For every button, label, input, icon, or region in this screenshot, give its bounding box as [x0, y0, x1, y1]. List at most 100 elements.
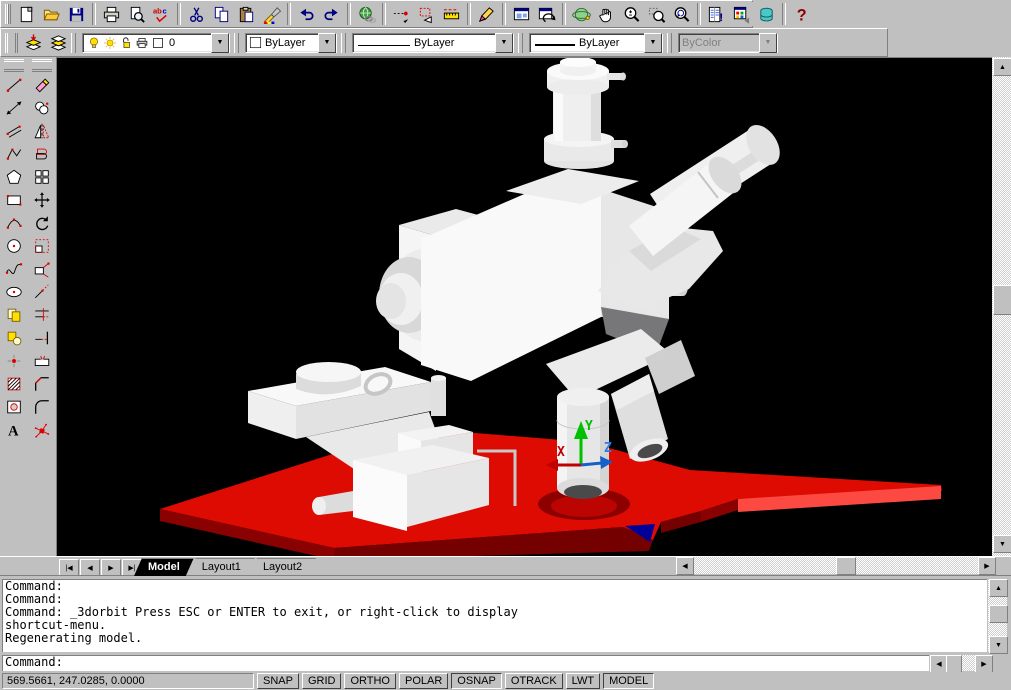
- zoom-window-button[interactable]: [644, 2, 669, 26]
- multiline-button[interactable]: [2, 119, 27, 142]
- snap-toggle[interactable]: SNAP: [257, 673, 299, 689]
- toolbar-grip[interactable]: [4, 59, 24, 72]
- toolbar-grip[interactable]: [5, 4, 11, 24]
- stretch-button[interactable]: [30, 257, 55, 280]
- command-input[interactable]: Command:: [2, 655, 929, 671]
- print-preview-button[interactable]: [124, 2, 149, 26]
- lineweight-combo-dropdown-button[interactable]: ▼: [644, 33, 662, 53]
- copy-object-button[interactable]: [30, 96, 55, 119]
- tab-layout1[interactable]: Layout1: [188, 558, 255, 576]
- hyperlink-button[interactable]: [354, 2, 379, 26]
- tab-layout2[interactable]: Layout2: [249, 558, 316, 576]
- ellipse-button[interactable]: [2, 280, 27, 303]
- polar-toggle[interactable]: POLAR: [399, 673, 448, 689]
- toolbar-grip[interactable]: [32, 59, 52, 72]
- circle-button[interactable]: [2, 234, 27, 257]
- explode-button[interactable]: [30, 418, 55, 441]
- arc-button[interactable]: [2, 211, 27, 234]
- viewport-horizontal-scrollbar[interactable]: ◀ ▶: [676, 557, 994, 574]
- insert-block-button[interactable]: [2, 303, 27, 326]
- rectangle-button[interactable]: [2, 188, 27, 211]
- tracking-button[interactable]: [389, 2, 414, 26]
- point-button[interactable]: [2, 349, 27, 372]
- polyline-button[interactable]: [2, 142, 27, 165]
- viewport-vertical-scrollbar[interactable]: ▲ ▼: [992, 57, 1011, 556]
- help-button[interactable]: ?: [789, 2, 814, 26]
- color-combo[interactable]: ByLayer ▼: [245, 33, 337, 53]
- zoom-realtime-button[interactable]: [619, 2, 644, 26]
- snap-from-button[interactable]: [414, 2, 439, 26]
- lengthen-button[interactable]: [30, 280, 55, 303]
- multiline-text-button[interactable]: A: [2, 418, 27, 441]
- scroll-up-button[interactable]: ▲: [993, 58, 1011, 76]
- command-input-scrollbar[interactable]: ◀ ▶: [930, 655, 991, 671]
- otrack-toggle[interactable]: OTRACK: [505, 673, 563, 689]
- ortho-toggle[interactable]: ORTHO: [344, 673, 396, 689]
- color-combo-dropdown-button[interactable]: ▼: [318, 33, 336, 53]
- array-button[interactable]: [30, 165, 55, 188]
- horizontal-scroll-thumb[interactable]: [836, 557, 856, 575]
- named-views-button[interactable]: [534, 2, 559, 26]
- redraw-button[interactable]: [474, 2, 499, 26]
- scroll-up-button[interactable]: ▲: [989, 579, 1008, 597]
- scroll-down-button[interactable]: ▼: [993, 535, 1011, 553]
- make-block-button[interactable]: [2, 326, 27, 349]
- open-button[interactable]: [39, 2, 64, 26]
- make-layer-current-button[interactable]: [21, 31, 46, 55]
- command-history-scrollbar[interactable]: ▲ ▼: [988, 579, 1007, 652]
- save-button[interactable]: [64, 2, 89, 26]
- match-properties-button[interactable]: [259, 2, 284, 26]
- break-button[interactable]: [30, 349, 55, 372]
- hatch-button[interactable]: [2, 372, 27, 395]
- drawing-viewport[interactable]: Y X Z: [56, 57, 993, 557]
- spelling-button[interactable]: abc: [149, 2, 174, 26]
- erase-button[interactable]: [30, 73, 55, 96]
- linetype-combo[interactable]: ByLayer ▼: [352, 33, 514, 53]
- move-button[interactable]: [30, 188, 55, 211]
- pan-button[interactable]: [594, 2, 619, 26]
- dbconnect-button[interactable]: [754, 2, 779, 26]
- distance-button[interactable]: [439, 2, 464, 26]
- redo-button[interactable]: [319, 2, 344, 26]
- lwt-toggle[interactable]: LWT: [566, 673, 600, 689]
- vertical-scroll-thumb[interactable]: [993, 285, 1011, 315]
- lineweight-combo[interactable]: ByLayer ▼: [529, 33, 663, 53]
- chamfer-button[interactable]: [30, 372, 55, 395]
- zoom-previous-button[interactable]: [669, 2, 694, 26]
- spline-button[interactable]: [2, 257, 27, 280]
- layer-combo-dropdown-button[interactable]: ▼: [211, 33, 229, 53]
- trim-button[interactable]: [30, 303, 55, 326]
- grid-toggle[interactable]: GRID: [302, 673, 342, 689]
- paste-button[interactable]: [234, 2, 259, 26]
- linetype-combo-dropdown-button[interactable]: ▼: [495, 33, 513, 53]
- scroll-left-button[interactable]: ◀: [676, 557, 694, 575]
- offset-button[interactable]: [30, 142, 55, 165]
- scroll-right-button[interactable]: ▶: [978, 557, 996, 575]
- toolbar-grip[interactable]: [5, 33, 18, 53]
- new-button[interactable]: [14, 2, 39, 26]
- orbit-3d-button[interactable]: [569, 2, 594, 26]
- extend-button[interactable]: [30, 326, 55, 349]
- layers-button[interactable]: [46, 31, 71, 55]
- polygon-button[interactable]: [2, 165, 27, 188]
- vertical-scroll-thumb[interactable]: [989, 605, 1008, 623]
- mirror-button[interactable]: [30, 119, 55, 142]
- aerial-view-button[interactable]: [509, 2, 534, 26]
- designcenter-button[interactable]: [729, 2, 754, 26]
- region-button[interactable]: [2, 395, 27, 418]
- construction-line-button[interactable]: [2, 96, 27, 119]
- horizontal-scroll-thumb[interactable]: [946, 655, 962, 673]
- scroll-down-button[interactable]: ▼: [989, 636, 1008, 654]
- undo-button[interactable]: [294, 2, 319, 26]
- rotate-button[interactable]: [30, 211, 55, 234]
- scroll-right-button[interactable]: ▶: [975, 655, 993, 673]
- line-button[interactable]: [2, 73, 27, 96]
- layer-combo[interactable]: 0 ▼: [82, 33, 230, 53]
- scale-button[interactable]: [30, 234, 55, 257]
- properties-button[interactable]: !: [704, 2, 729, 26]
- model-toggle[interactable]: MODEL: [603, 673, 654, 689]
- osnap-toggle[interactable]: OSNAP: [451, 673, 502, 689]
- tab-model[interactable]: Model: [134, 558, 194, 576]
- fillet-button[interactable]: [30, 395, 55, 418]
- copy-button[interactable]: [209, 2, 234, 26]
